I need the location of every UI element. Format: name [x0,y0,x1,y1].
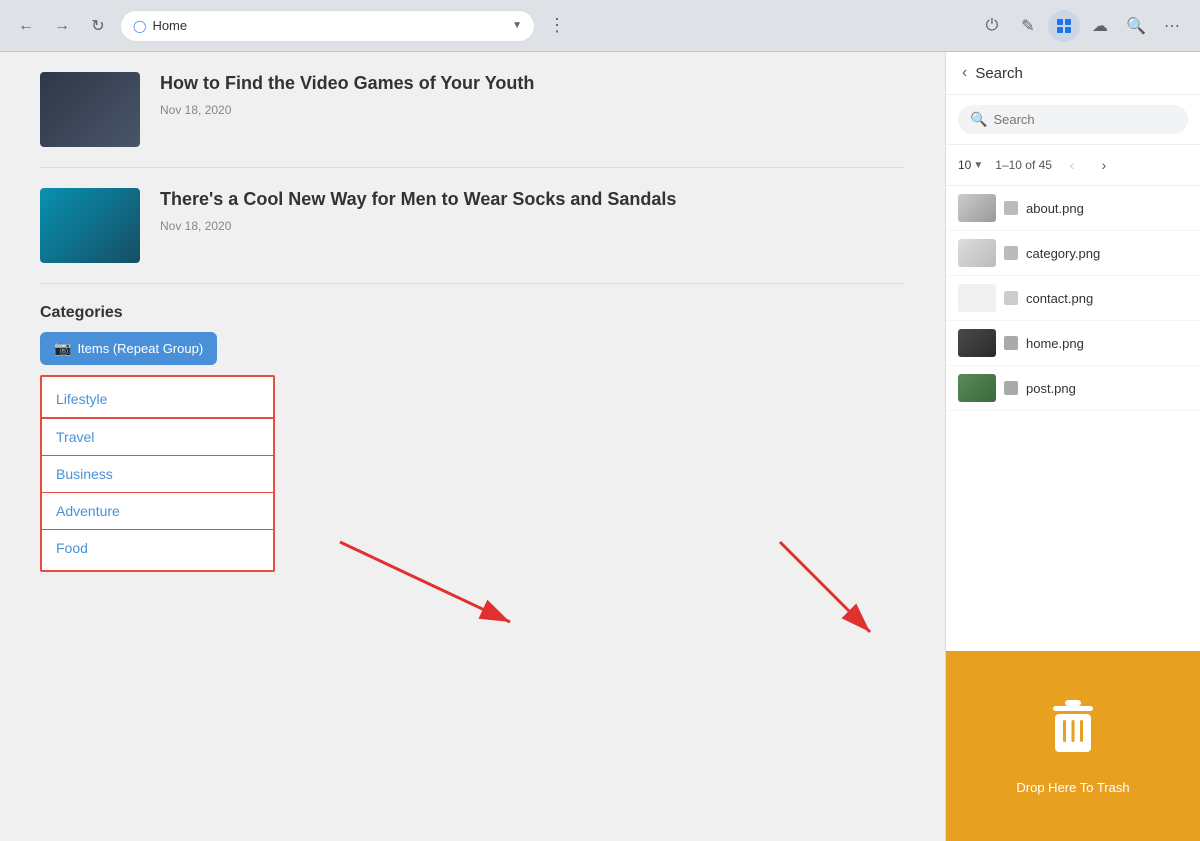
file-name-contact: contact.png [1026,291,1093,306]
file-thumbnail-post [958,374,996,402]
file-thumb-small-home [1004,336,1018,350]
categories-label: Categories [40,304,905,322]
file-thumb-small-post [1004,381,1018,395]
per-page-select[interactable]: 10 ▼ [958,158,983,172]
grid-button[interactable] [1048,10,1080,42]
drop-trash-label: Drop Here To Trash [1016,780,1129,795]
category-item-business[interactable]: Business [42,456,273,493]
file-item-post[interactable]: post.png [946,366,1200,411]
per-page-caret-icon: ▼ [973,160,983,171]
address-chevron-icon: ▼ [512,20,522,31]
file-item-home[interactable]: home.png [946,321,1200,366]
search-icon: 🔍 [970,111,987,128]
file-name-post: post.png [1026,381,1076,396]
article-item: How to Find the Video Games of Your Yout… [40,52,905,168]
category-item-adventure[interactable]: Adventure [42,493,273,530]
next-page-button[interactable]: › [1092,153,1116,177]
article-title: How to Find the Video Games of Your Yout… [160,72,905,95]
edit-button[interactable]: ✎ [1012,10,1044,42]
file-thumbnail-contact [958,284,996,312]
category-item-food[interactable]: Food [42,530,273,566]
categories-list: Lifestyle Travel Business Adventure Food [40,375,275,572]
main-layout: How to Find the Video Games of Your Yout… [0,52,1200,841]
sidebar: ‹ Search 🔍 10 ▼ 1–10 of 45 ‹ › a [945,52,1200,841]
file-item-about[interactable]: about.png [946,186,1200,231]
search-back-button[interactable]: ‹ [962,64,967,82]
file-thumb-small-category [1004,246,1018,260]
file-name-about: about.png [1026,201,1084,216]
forward-button[interactable]: → [48,12,76,40]
article-title: There's a Cool New Way for Men to Wear S… [160,188,905,211]
power-button[interactable]: ⏻ [976,10,1008,42]
favicon-icon: ◯ [133,19,146,33]
page-range: 1–10 of 45 [995,158,1052,172]
browser-chrome: ← → ↻ ◯ Home ▼ ⋮ ⏻ ✎ ☁ 🔍 ⋯ [0,0,1200,52]
address-bar[interactable]: ◯ Home ▼ [120,10,535,42]
trash-icon [1045,698,1101,770]
article-info: There's a Cool New Way for Men to Wear S… [160,188,905,263]
repeat-group-label: Items (Repeat Group) [77,341,203,356]
category-item-lifestyle[interactable]: Lifestyle [42,381,273,419]
content-area: How to Find the Video Games of Your Yout… [0,52,945,841]
search-input-wrap: 🔍 [946,95,1200,145]
file-item-category[interactable]: category.png [946,231,1200,276]
search-panel-header: ‹ Search [946,52,1200,95]
pagination-bar: 10 ▼ 1–10 of 45 ‹ › [946,145,1200,186]
repeat-group-icon: 📷 [54,340,71,357]
back-button[interactable]: ← [12,12,40,40]
file-thumb-small-about [1004,201,1018,215]
article-thumbnail [40,72,140,147]
refresh-button[interactable]: ↻ [84,12,112,40]
article-item: There's a Cool New Way for Men to Wear S… [40,168,905,284]
file-name-category: category.png [1026,246,1100,261]
file-name-home: home.png [1026,336,1084,351]
file-thumbnail-about [958,194,996,222]
per-page-value: 10 [958,158,971,172]
article-date: Nov 18, 2020 [160,219,905,233]
file-thumb-small-contact [1004,291,1018,305]
article-info: How to Find the Video Games of Your Yout… [160,72,905,147]
drop-trash-zone[interactable]: Drop Here To Trash [946,651,1200,841]
article-thumbnail [40,188,140,263]
categories-section: Categories 📷 Items (Repeat Group) Lifest… [40,284,905,592]
browser-menu-button[interactable]: ⋮ [543,12,571,40]
search-input-inner: 🔍 [958,105,1188,134]
file-thumbnail-home [958,329,996,357]
category-item-travel[interactable]: Travel [42,419,273,456]
prev-page-button[interactable]: ‹ [1060,153,1084,177]
search-toolbar-button[interactable]: 🔍 [1120,10,1152,42]
apps-button[interactable]: ⋯ [1156,10,1188,42]
file-thumbnail-category [958,239,996,267]
cloud-button[interactable]: ☁ [1084,10,1116,42]
search-panel-title: Search [975,65,1023,82]
article-date: Nov 18, 2020 [160,103,905,117]
search-input[interactable] [993,112,1176,127]
browser-toolbar: ⏻ ✎ ☁ 🔍 ⋯ [976,10,1188,42]
repeat-group-button[interactable]: 📷 Items (Repeat Group) [40,332,217,365]
file-item-contact[interactable]: contact.png [946,276,1200,321]
url-text: Home [152,18,506,33]
